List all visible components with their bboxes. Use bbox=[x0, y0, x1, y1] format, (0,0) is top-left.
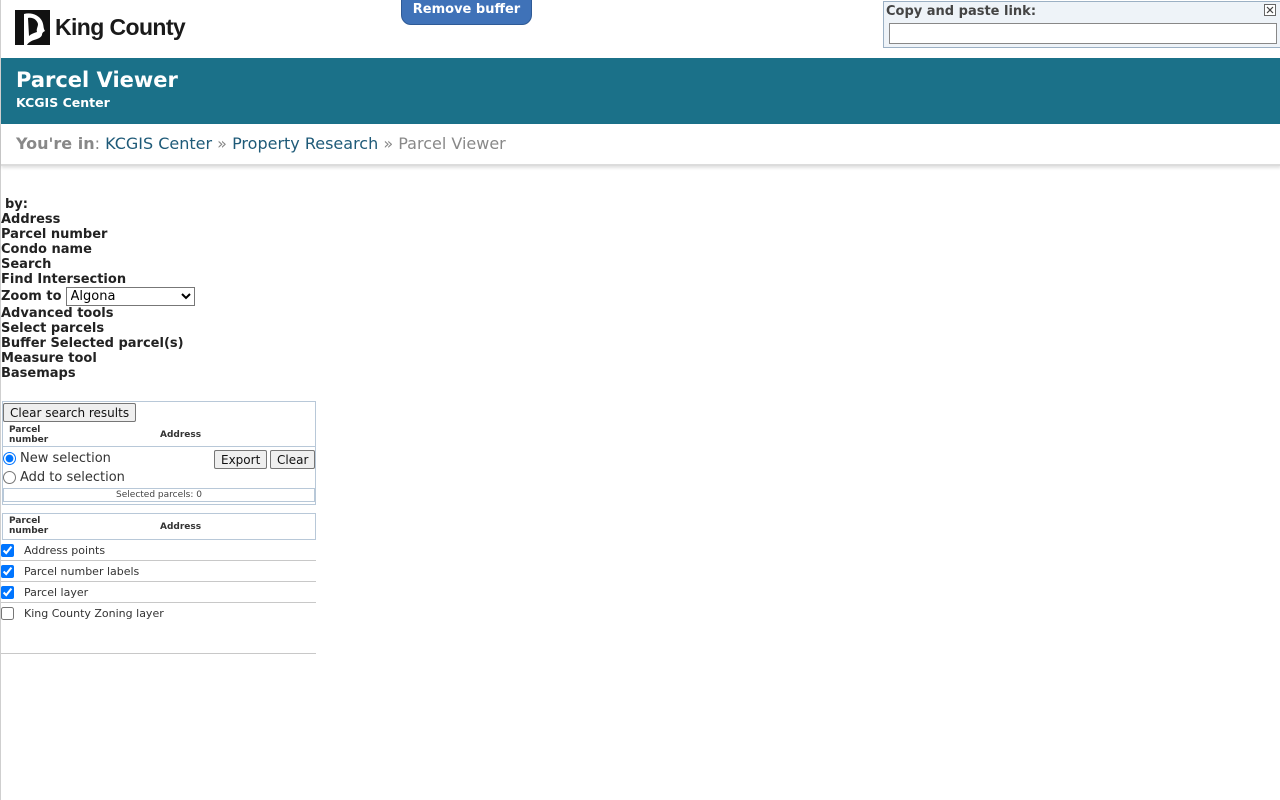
layer-parcel-layer[interactable]: Parcel layer bbox=[1, 582, 316, 603]
layer-label: Address points bbox=[24, 543, 106, 557]
breadcrumb-separator: » bbox=[383, 134, 394, 153]
layers-divider bbox=[1, 653, 316, 654]
column-parcel-line1: Parcel bbox=[9, 425, 41, 435]
clear-search-results-button[interactable]: Clear search results bbox=[3, 403, 137, 422]
layer-address-points[interactable]: Address points bbox=[1, 540, 316, 561]
layer-parcel-number-labels-checkbox[interactable] bbox=[1, 564, 14, 578]
layer-parcel-layer-checkbox[interactable] bbox=[1, 585, 14, 599]
layer-king-county-zoning[interactable]: King County Zoning layer bbox=[1, 603, 316, 624]
add-to-selection-label: Add to selection bbox=[20, 470, 125, 485]
column-parcel-line2: number bbox=[9, 435, 49, 445]
tools-panel: by: Address Parcel number Condo name Sea… bbox=[1, 197, 321, 381]
column-parcel-number: Parcel number bbox=[9, 425, 48, 445]
search-by-label: by: bbox=[5, 197, 28, 212]
column-address: Address bbox=[160, 522, 202, 532]
tool-search[interactable]: Search bbox=[1, 257, 321, 272]
page-subtitle: KCGIS Center bbox=[16, 95, 110, 110]
layer-label: King County Zoning layer bbox=[24, 607, 164, 620]
add-to-selection-option[interactable]: Add to selection bbox=[3, 470, 315, 485]
column-parcel-line2: number bbox=[9, 526, 49, 536]
remove-buffer-button[interactable]: Remove buffer bbox=[401, 0, 532, 25]
search-results-panel: Clear search results Parcel number Addre… bbox=[2, 401, 316, 505]
breadcrumb-separator: » bbox=[217, 134, 227, 153]
selected-parcels-table: Parcel number Address bbox=[2, 513, 316, 540]
layer-parcel-number-labels[interactable]: Parcel number labels bbox=[1, 561, 316, 582]
breadcrumb: You're in: KCGIS Center » Property Resea… bbox=[1, 124, 1280, 166]
layer-label: Parcel layer bbox=[24, 585, 89, 599]
breadcrumb-prefix: You're in bbox=[16, 134, 95, 153]
results-table-header: Parcel number Address bbox=[3, 423, 315, 447]
breadcrumb-current: Parcel Viewer bbox=[398, 134, 506, 153]
king-county-logo-icon bbox=[15, 9, 50, 45]
zoom-to-select[interactable]: Algona bbox=[65, 287, 195, 306]
add-to-selection-radio[interactable] bbox=[3, 471, 16, 484]
tool-address[interactable]: Address bbox=[1, 212, 321, 227]
tool-parcel-number[interactable]: Parcel number bbox=[1, 227, 321, 242]
breadcrumb-colon: : bbox=[94, 134, 100, 153]
page-title: Parcel Viewer bbox=[16, 68, 178, 92]
copy-link-panel: Copy and paste link: bbox=[883, 1, 1280, 48]
tool-basemaps[interactable]: Basemaps bbox=[1, 366, 321, 381]
layer-label: Parcel number labels bbox=[24, 564, 140, 578]
copy-link-input[interactable] bbox=[889, 23, 1277, 44]
layer-address-points-checkbox[interactable] bbox=[1, 543, 14, 557]
breadcrumb-link-kcgis-center[interactable]: KCGIS Center bbox=[105, 134, 212, 153]
zoom-to-row: Zoom to Algona bbox=[1, 287, 321, 306]
tool-buffer-selected-parcels[interactable]: Buffer Selected parcel(s) bbox=[1, 336, 321, 351]
breadcrumb-link-property-research[interactable]: Property Research bbox=[232, 134, 378, 153]
export-button[interactable]: Export bbox=[214, 450, 268, 469]
clear-button[interactable]: Clear bbox=[270, 450, 316, 469]
tool-condo-name[interactable]: Condo name bbox=[1, 242, 321, 257]
page-banner: Parcel Viewer KCGIS Center bbox=[1, 58, 1280, 124]
layers-list: Address points Parcel number labels Parc… bbox=[1, 540, 316, 654]
column-parcel-number: Parcel number bbox=[9, 516, 48, 536]
copy-link-label: Copy and paste link: bbox=[886, 4, 1037, 19]
tool-find-intersection[interactable]: Find Intersection bbox=[1, 272, 321, 287]
tool-select-parcels[interactable]: Select parcels bbox=[1, 321, 321, 336]
new-selection-option[interactable]: New selection bbox=[3, 451, 315, 466]
selected-parcels-count: Selected parcels: 0 bbox=[3, 488, 315, 502]
selected-table-header: Parcel number Address bbox=[3, 514, 315, 538]
tool-measure[interactable]: Measure tool bbox=[1, 351, 321, 366]
top-bar: King County Remove buffer Copy and paste… bbox=[1, 0, 1280, 58]
layer-king-county-zoning-checkbox[interactable] bbox=[1, 607, 14, 620]
logo-text: King County bbox=[55, 13, 186, 40]
column-parcel-line1: Parcel bbox=[9, 516, 41, 526]
new-selection-label: New selection bbox=[20, 451, 111, 466]
tool-advanced-tools[interactable]: Advanced tools bbox=[1, 306, 321, 321]
column-address: Address bbox=[160, 430, 202, 440]
zoom-to-label: Zoom to bbox=[1, 289, 62, 304]
new-selection-radio[interactable] bbox=[3, 452, 16, 465]
king-county-logo[interactable]: King County bbox=[15, 9, 186, 45]
close-icon[interactable] bbox=[1264, 4, 1276, 16]
